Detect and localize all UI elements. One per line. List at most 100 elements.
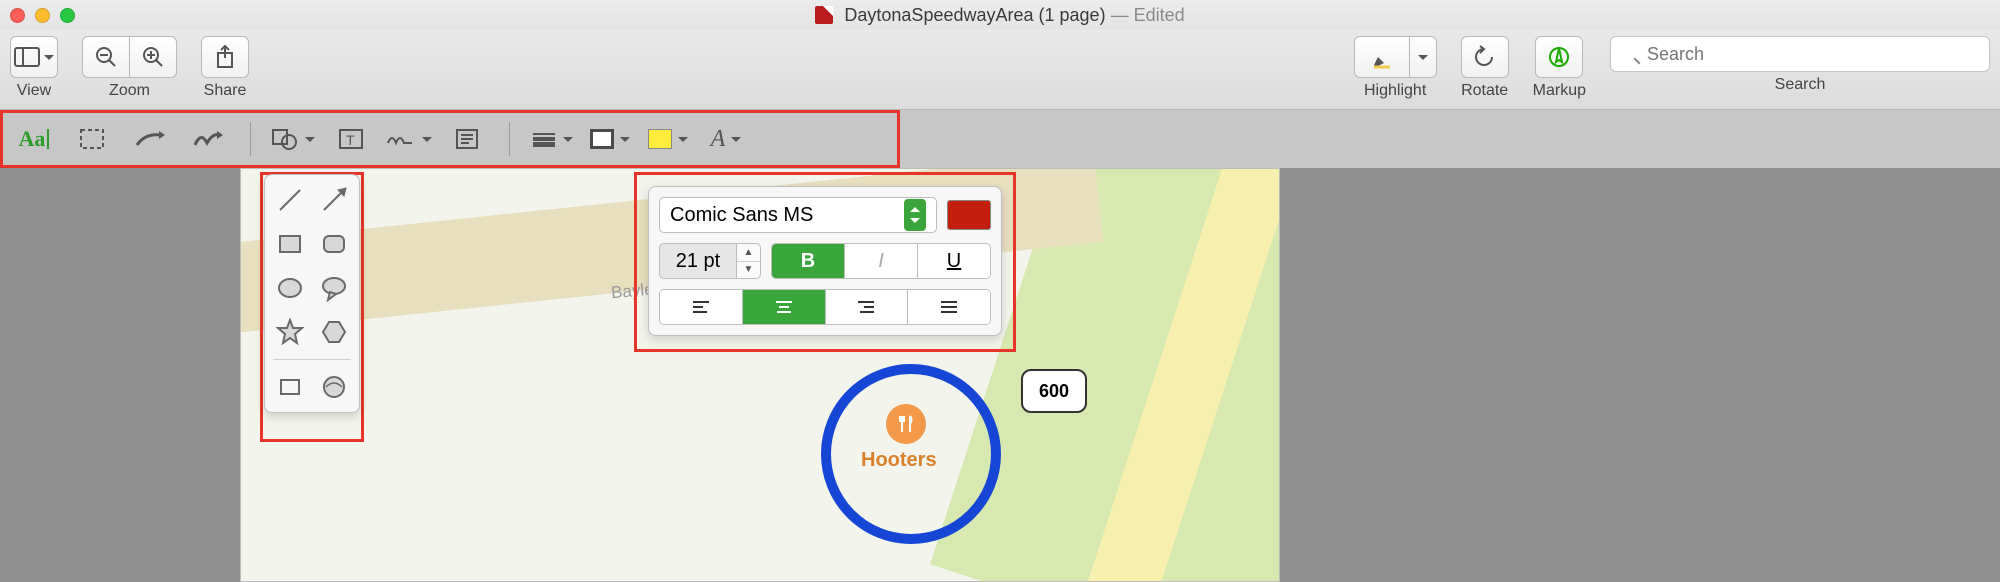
- font-family-select[interactable]: Comic Sans MS: [659, 197, 937, 233]
- align-left-icon: [691, 299, 711, 315]
- font-style-tool[interactable]: A: [700, 119, 752, 159]
- rotate-group: Rotate: [1461, 36, 1509, 100]
- fill-color-tool[interactable]: [642, 119, 694, 159]
- pdf-file-icon: [815, 6, 833, 24]
- sign-tool[interactable]: [383, 119, 435, 159]
- draw-tool[interactable]: [182, 119, 234, 159]
- fill-color-swatch: [648, 129, 672, 149]
- text-selection-tool[interactable]: Aa: [8, 119, 60, 159]
- shape-arrow[interactable]: [317, 183, 351, 217]
- share-button[interactable]: [201, 36, 249, 78]
- share-icon: [215, 45, 235, 69]
- route-number: 600: [1039, 381, 1069, 402]
- shape-oval[interactable]: [273, 271, 307, 305]
- zoom-out-icon: [95, 46, 117, 68]
- zoom-in-icon: [142, 46, 164, 68]
- note-icon: [455, 128, 479, 150]
- font-size-field[interactable]: 21 pt: [659, 243, 737, 279]
- markup-toggle-button[interactable]: [1535, 36, 1583, 78]
- toolbar-separator: [250, 122, 251, 156]
- text-color-swatch[interactable]: [947, 200, 991, 230]
- mask-tool[interactable]: [273, 370, 307, 404]
- window-title: DaytonaSpeedwayArea (1 page) — Edited: [0, 5, 2000, 26]
- align-center-icon: [774, 299, 794, 315]
- border-color-tool[interactable]: [584, 119, 636, 159]
- search-label: Search: [1775, 76, 1826, 94]
- window-titlebar: DaytonaSpeedwayArea (1 page) — Edited: [0, 0, 2000, 30]
- shapes-icon: [271, 128, 299, 150]
- minimize-window-button[interactable]: [35, 8, 50, 23]
- highlight-menu-button[interactable]: [1409, 36, 1437, 78]
- markup-toolbar: Aa T A: [0, 110, 2000, 168]
- poi-name-label: Hooters: [861, 449, 937, 472]
- shape-rounded-rectangle[interactable]: [317, 227, 351, 261]
- edited-indicator: — Edited: [1106, 5, 1185, 25]
- shape-star[interactable]: [273, 315, 307, 349]
- zoom-out-button[interactable]: [82, 36, 130, 78]
- underline-label: U: [947, 250, 961, 273]
- chevron-down-icon: [1418, 55, 1428, 65]
- zoom-label: Zoom: [109, 82, 150, 100]
- close-window-button[interactable]: [10, 8, 25, 23]
- search-input[interactable]: [1610, 36, 1990, 72]
- sketch-tool[interactable]: [124, 119, 176, 159]
- sketch-icon: [135, 129, 165, 149]
- text-tool-icon: Aa: [19, 126, 46, 152]
- shape-rectangle[interactable]: [273, 227, 307, 261]
- bold-toggle[interactable]: B: [772, 244, 844, 278]
- highlight-button[interactable]: [1354, 36, 1410, 78]
- rectangular-selection-tool[interactable]: [66, 119, 118, 159]
- highlight-label: Highlight: [1364, 82, 1426, 100]
- font-size-value: 21 pt: [676, 250, 720, 273]
- align-right-button[interactable]: [825, 290, 908, 324]
- shapes-tool[interactable]: [267, 119, 319, 159]
- align-left-button[interactable]: [660, 290, 742, 324]
- underline-toggle[interactable]: U: [917, 244, 990, 278]
- stepper-down-icon[interactable]: ▼: [737, 262, 760, 279]
- zoom-group: Zoom: [82, 36, 177, 100]
- zoom-in-button[interactable]: [129, 36, 177, 78]
- select-stepper-icon: [904, 199, 926, 231]
- border-style-tool[interactable]: [526, 119, 578, 159]
- zoom-window-button[interactable]: [60, 8, 75, 23]
- stroke-color-swatch: [590, 129, 614, 149]
- markup-group: Markup: [1533, 36, 1586, 100]
- highlight-group: Highlight: [1354, 36, 1437, 100]
- document-area: Bayless Blvd Your fav Hooters 600 Comic …: [0, 168, 2000, 582]
- cursor-icon: [47, 129, 49, 149]
- line-weight-icon: [531, 131, 557, 147]
- align-justify-button[interactable]: [907, 290, 990, 324]
- view-label: View: [17, 82, 51, 100]
- loupe-tool[interactable]: [317, 370, 351, 404]
- text-style-segmented: B I U: [771, 243, 991, 279]
- share-group: Share: [201, 36, 249, 100]
- draw-icon: [193, 129, 223, 149]
- window-controls: [10, 8, 75, 23]
- search-group: Search: [1610, 36, 1990, 94]
- markup-icon: [1547, 45, 1571, 69]
- italic-toggle[interactable]: I: [844, 244, 917, 278]
- font-size-stepper[interactable]: ▲ ▼: [737, 243, 761, 279]
- rotate-icon: [1472, 45, 1498, 69]
- text-box-tool[interactable]: T: [325, 119, 377, 159]
- bold-label: B: [801, 250, 815, 273]
- shape-speech-bubble[interactable]: [317, 271, 351, 305]
- align-justify-icon: [939, 299, 959, 315]
- font-panel-popover: Comic Sans MS 21 pt ▲ ▼ B I U: [648, 186, 1002, 336]
- note-tool[interactable]: [441, 119, 493, 159]
- highlighter-icon: [1370, 45, 1394, 69]
- toolbar-separator: [509, 122, 510, 156]
- italic-label: I: [878, 250, 884, 273]
- view-group: View: [10, 36, 58, 100]
- rotate-button[interactable]: [1461, 36, 1509, 78]
- shape-hexagon[interactable]: [317, 315, 351, 349]
- document-title: DaytonaSpeedwayArea (1 page): [844, 5, 1105, 25]
- popover-divider: [273, 359, 351, 360]
- shape-line[interactable]: [273, 183, 307, 217]
- stepper-up-icon[interactable]: ▲: [737, 244, 760, 262]
- text-box-icon: T: [338, 128, 364, 150]
- view-menu-button[interactable]: [10, 36, 58, 78]
- font-icon: A: [711, 126, 726, 153]
- search-box: [1610, 36, 1990, 72]
- align-center-button[interactable]: [742, 290, 825, 324]
